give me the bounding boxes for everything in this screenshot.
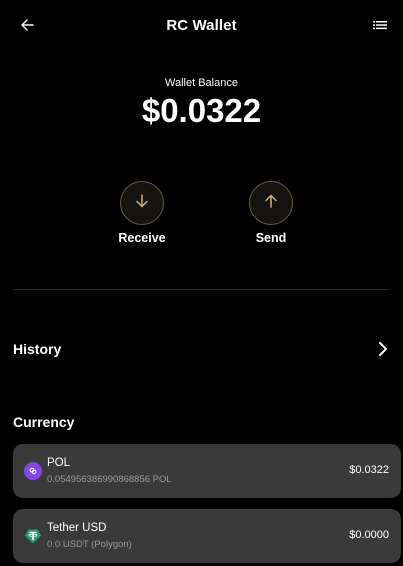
- currency-card-usdt[interactable]: Tether USD 0.0 USDT (Polygon) $0.0000: [13, 509, 401, 563]
- send-label: Send: [255, 231, 287, 245]
- header: RC Wallet: [0, 0, 403, 54]
- chevron-right-icon[interactable]: [373, 339, 393, 359]
- receive-button[interactable]: Receive: [107, 181, 177, 245]
- token-name: Tether USD: [47, 522, 107, 534]
- history-row[interactable]: History: [0, 334, 403, 364]
- token-value: $0.0322: [349, 464, 389, 476]
- currency-heading: Currency: [13, 414, 75, 430]
- tether-icon: [24, 527, 42, 545]
- arrow-down-icon: [134, 193, 150, 214]
- page-title: RC Wallet: [166, 17, 237, 34]
- token-name: POL: [47, 457, 71, 469]
- divider: [14, 289, 389, 290]
- currency-card-pol[interactable]: POL 0.054956386990868856 POL $0.0322: [13, 444, 401, 498]
- token-value: $0.0000: [349, 529, 389, 541]
- token-amount: 0.054956386990868856 POL: [47, 474, 172, 485]
- menu-button[interactable]: [367, 14, 393, 40]
- polygon-icon: [24, 462, 42, 480]
- token-amount: 0.0 USDT (Polygon): [47, 539, 132, 550]
- history-label: History: [13, 341, 62, 357]
- wallet-balance-label: Wallet Balance: [165, 77, 238, 89]
- receive-label: Receive: [118, 231, 166, 245]
- wallet-balance-value: $0.0322: [141, 92, 262, 129]
- receive-circle[interactable]: [120, 181, 164, 225]
- arrow-up-icon: [263, 193, 279, 214]
- send-circle[interactable]: [249, 181, 293, 225]
- wallet-screen: RC Wallet Wallet Balance $0.0322 Receive…: [0, 0, 403, 566]
- send-button[interactable]: Send: [236, 181, 306, 245]
- list-icon: [373, 18, 387, 36]
